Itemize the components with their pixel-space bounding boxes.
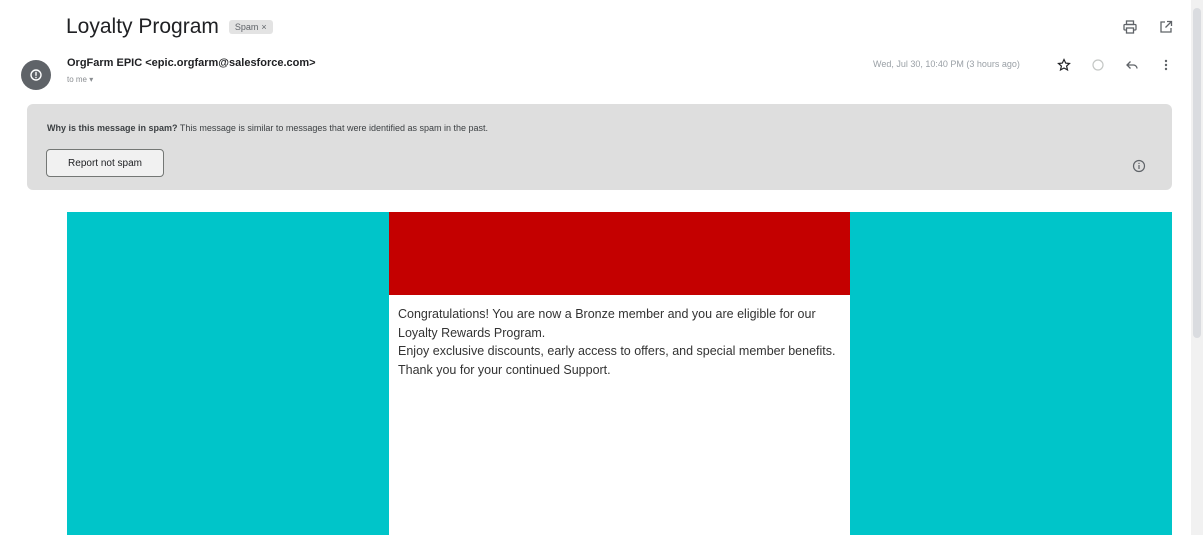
scrollbar[interactable] [1191, 0, 1203, 535]
email-content-column: Congratulations! You are now a Bronze me… [389, 212, 850, 535]
print-icon[interactable] [1121, 18, 1139, 36]
benefits-line: Enjoy exclusive discounts, early access … [398, 344, 836, 358]
emoji-icon[interactable] [1089, 56, 1107, 74]
scrollbar-thumb[interactable] [1193, 8, 1201, 338]
email-body: Congratulations! You are now a Bronze me… [67, 212, 1172, 535]
open-new-window-icon[interactable] [1157, 18, 1175, 36]
subject-row: Loyalty Program Spam × [66, 15, 273, 39]
spam-warning-panel: Why is this message in spam? This messag… [27, 104, 1172, 190]
congratulations-line: Congratulations! You are now a Bronze me… [398, 307, 816, 340]
chevron-down-icon: ▾ [89, 75, 94, 84]
star-icon[interactable] [1055, 56, 1073, 74]
right-teal-panel [850, 212, 1172, 535]
red-header-banner [389, 212, 850, 295]
message-date: Wed, Jul 30, 10:40 PM (3 hours ago) [873, 59, 1020, 69]
message-actions [1055, 56, 1175, 74]
recipient-text: to me [67, 75, 88, 84]
spam-label-chip[interactable]: Spam × [228, 20, 273, 34]
sender[interactable]: OrgFarm EPIC <epic.orgfarm@salesforce.co… [67, 57, 316, 69]
sender-email: <epic.orgfarm@salesforce.com> [145, 57, 316, 69]
spam-reason: Why is this message in spam? This messag… [47, 123, 488, 133]
spam-reason-heading: Why is this message in spam? [47, 123, 178, 133]
email-message-text: Congratulations! You are now a Bronze me… [389, 295, 850, 379]
avatar-icon [30, 69, 42, 81]
remove-label-icon[interactable]: × [261, 22, 266, 32]
report-not-spam-button[interactable]: Report not spam [46, 149, 164, 177]
spam-label-text: Spam [234, 22, 259, 32]
email-subject: Loyalty Program [66, 15, 219, 38]
left-teal-panel [67, 212, 389, 535]
avatar[interactable] [21, 60, 51, 90]
more-vert-icon[interactable] [1157, 56, 1175, 74]
sender-name: OrgFarm EPIC [67, 57, 143, 69]
spam-reason-text: This message is similar to messages that… [177, 123, 489, 133]
reply-icon[interactable] [1123, 56, 1141, 74]
info-icon[interactable] [1130, 157, 1148, 175]
thank-you-line: Thank you for your continued Support. [398, 362, 611, 377]
top-actions [1121, 18, 1175, 36]
recipient-dropdown[interactable]: to me ▾ [67, 75, 93, 84]
